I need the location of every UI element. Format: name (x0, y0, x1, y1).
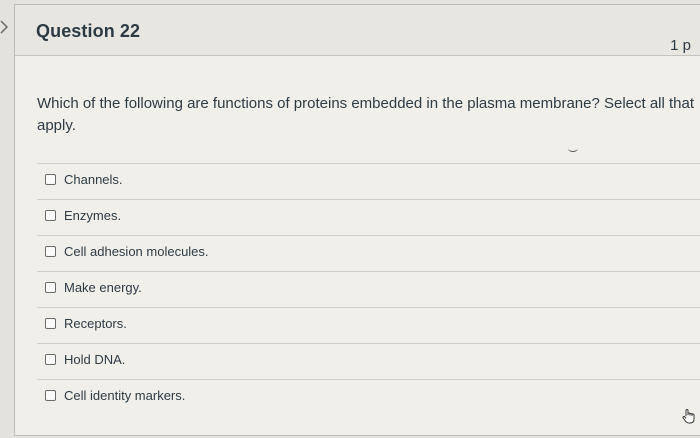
question-header: Question 22 1 p (15, 5, 700, 56)
answer-checkbox[interactable] (45, 174, 56, 185)
answer-label[interactable]: Cell identity markers. (64, 388, 185, 403)
answer-checkbox[interactable] (45, 318, 56, 329)
answer-checkbox[interactable] (45, 282, 56, 293)
question-points: 1 p (670, 37, 691, 54)
answer-option[interactable]: Hold DNA. (37, 343, 700, 379)
answer-label[interactable]: Cell adhesion molecules. (64, 244, 209, 259)
answer-option[interactable]: Cell adhesion molecules. (37, 235, 700, 271)
answer-checkbox[interactable] (45, 246, 56, 257)
answer-label[interactable]: Hold DNA. (64, 352, 125, 367)
answer-option[interactable]: Receptors. (37, 307, 700, 343)
quiz-page: Question 22 1 p Which of the following a… (0, 0, 700, 438)
stray-mark (568, 145, 578, 152)
answer-label[interactable]: Enzymes. (64, 208, 121, 223)
answer-label[interactable]: Channels. (64, 172, 123, 187)
answer-option[interactable]: Channels. (37, 163, 700, 199)
answer-checkbox[interactable] (45, 390, 56, 401)
answer-option[interactable]: Enzymes. (37, 199, 700, 235)
answer-checkbox[interactable] (45, 210, 56, 221)
answer-list: Channels. Enzymes. Cell adhesion molecul… (37, 163, 700, 415)
answer-option[interactable]: Make energy. (37, 271, 700, 307)
hand-pointer-icon (682, 408, 696, 424)
answer-checkbox[interactable] (45, 354, 56, 365)
question-text: Which of the following are functions of … (37, 95, 695, 134)
chevron-right-icon[interactable] (0, 20, 10, 36)
question-card: Question 22 1 p Which of the following a… (14, 4, 700, 436)
question-title: Question 22 (36, 21, 141, 41)
answer-label[interactable]: Receptors. (64, 316, 127, 331)
answer-option[interactable]: Cell identity markers. (37, 379, 700, 415)
answer-label[interactable]: Make energy. (64, 280, 142, 295)
